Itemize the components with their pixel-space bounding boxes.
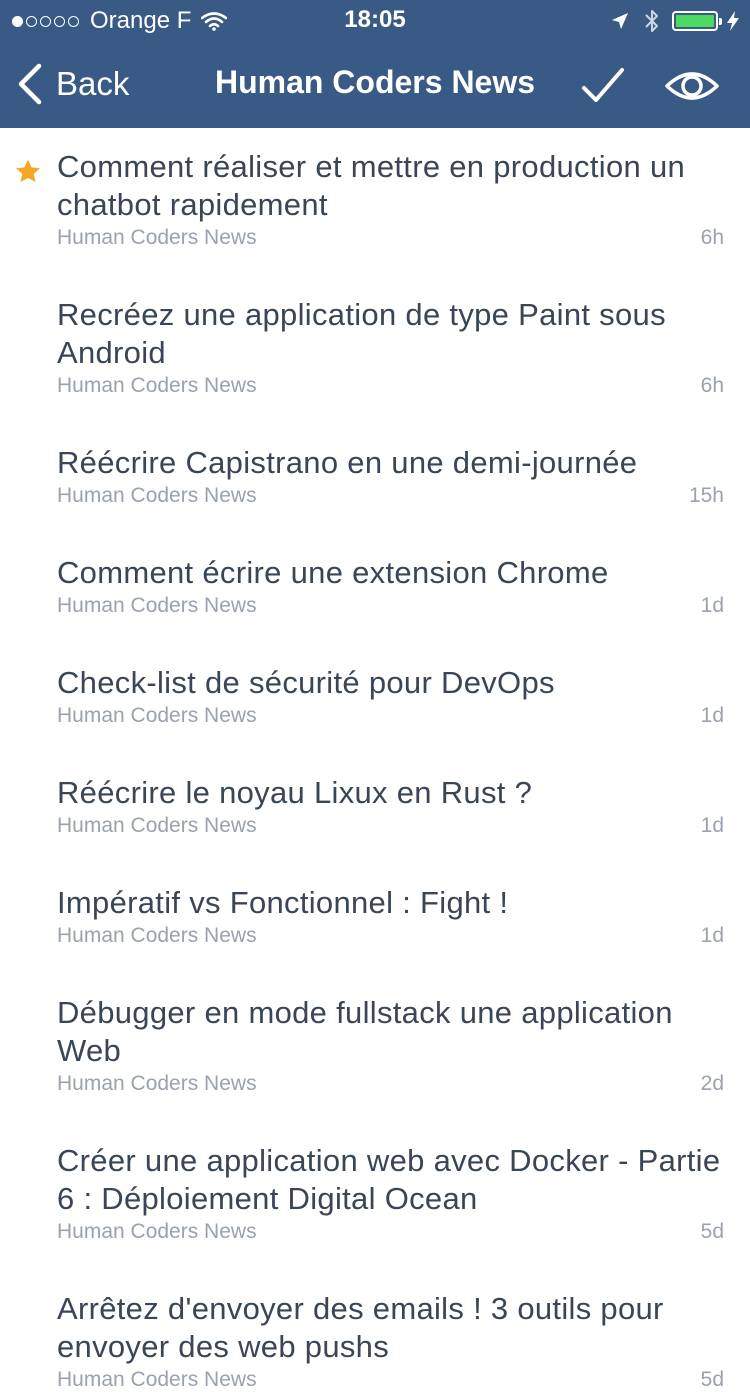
article-meta: Human Coders News 6h [57,226,724,252]
article-meta: Human Coders News 5d [57,1368,724,1394]
battery-tip [719,18,722,25]
article-age: 5d [700,1368,724,1391]
status-bar: Orange F 18:05 [0,0,750,40]
article-age: 6h [700,226,724,249]
article-meta: Human Coders News 2d [57,1072,724,1098]
eye-icon [665,72,719,100]
bluetooth-icon [645,10,658,32]
article-age: 6h [700,374,724,397]
app-header: Orange F 18:05 Back Human Coders News [0,0,750,128]
charging-bolt-icon [727,11,739,31]
article-age: 1d [700,594,724,617]
battery-level [676,15,714,27]
article-title: Arrêtez d'envoyer des emails ! 3 outils … [57,1291,664,1364]
checkmark-icon [582,68,624,102]
article-source: Human Coders News [57,374,257,397]
back-chevron-icon [18,63,42,105]
article-title: Comment écrire une extension Chrome [57,555,609,590]
article-list-item[interactable]: Impératif vs Fonctionnel : Fight ! Human… [0,840,750,950]
article-list-item[interactable]: Comment réaliser et mettre en production… [0,128,750,252]
location-arrow-icon [612,13,628,29]
article-title: Comment réaliser et mettre en production… [57,149,686,222]
article-source: Human Coders News [57,1072,257,1095]
article-age: 2d [700,1072,724,1095]
star-icon [16,159,40,183]
article-meta: Human Coders News 1d [57,594,724,620]
article-meta: Human Coders News 6h [57,374,724,400]
article-source: Human Coders News [57,1220,257,1243]
article-source: Human Coders News [57,704,257,727]
article-source: Human Coders News [57,924,257,947]
article-list-item[interactable]: Arrêtez d'envoyer des emails ! 3 outils … [0,1246,750,1394]
back-button[interactable]: Back [16,62,129,106]
article-list: Comment réaliser et mettre en production… [0,128,750,1394]
article-source: Human Coders News [57,484,257,507]
article-title: Check-list de sécurité pour DevOps [57,665,555,700]
battery-icon [672,11,722,31]
article-list-item[interactable]: Réécrire Capistrano en une demi-journée … [0,400,750,510]
article-title: Recréez une application de type Paint so… [57,297,666,370]
article-meta: Human Coders News 1d [57,814,724,840]
article-age: 15h [688,484,724,507]
article-source: Human Coders News [57,814,257,837]
article-age: 1d [700,814,724,837]
navigation-bar: Back Human Coders News [0,40,750,128]
article-list-item[interactable]: Recréez une application de type Paint so… [0,252,750,400]
article-list-item[interactable]: Check-list de sécurité pour DevOps Human… [0,620,750,730]
article-age: 5d [700,1220,724,1243]
article-list-item[interactable]: Réécrire le noyau Lixux en Rust ? Human … [0,730,750,840]
article-age: 1d [700,704,724,727]
article-title: Impératif vs Fonctionnel : Fight ! [57,885,509,920]
article-meta: Human Coders News 15h [57,484,724,510]
article-source: Human Coders News [57,226,257,249]
mark-all-read-button[interactable] [578,64,628,108]
status-right [610,6,740,36]
article-age: 1d [700,924,724,947]
article-title: Créer une application web avec Docker - … [57,1143,721,1216]
article-list-item[interactable]: Débugger en mode fullstack une applicati… [0,950,750,1098]
article-meta: Human Coders News 5d [57,1220,724,1246]
show-read-toggle-button[interactable] [664,66,720,106]
article-list-item[interactable]: Créer une application web avec Docker - … [0,1098,750,1246]
article-meta: Human Coders News 1d [57,704,724,730]
article-title: Débugger en mode fullstack une applicati… [57,995,673,1068]
article-title: Réécrire Capistrano en une demi-journée [57,445,638,480]
article-title: Réécrire le noyau Lixux en Rust ? [57,775,533,810]
article-meta: Human Coders News 1d [57,924,724,950]
article-source: Human Coders News [57,1368,257,1391]
article-source: Human Coders News [57,594,257,617]
article-list-item[interactable]: Comment écrire une extension Chrome Huma… [0,510,750,620]
back-button-label: Back [56,65,130,102]
